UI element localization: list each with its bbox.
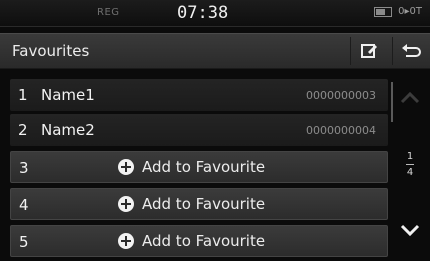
row-number: 1 xyxy=(18,86,28,104)
favourite-row-1[interactable]: 1 Name1 0000000003 xyxy=(10,79,388,111)
edit-button[interactable] xyxy=(350,37,387,65)
favourite-row-2[interactable]: 2 Name2 0000000004 xyxy=(10,114,388,146)
contact-name: Name1 xyxy=(41,86,95,104)
chevron-down-icon xyxy=(400,224,420,237)
edit-icon xyxy=(361,44,377,58)
contact-name: Name2 xyxy=(41,121,95,139)
plus-circle-icon xyxy=(118,233,134,249)
title-bar: Favourites xyxy=(0,33,430,69)
status-time: 07:38 xyxy=(177,3,229,23)
chevron-up-icon xyxy=(400,91,420,104)
page-current: 1 xyxy=(406,151,414,162)
plus-circle-icon xyxy=(118,196,134,212)
row-number: 5 xyxy=(19,233,29,251)
plus-circle-icon xyxy=(118,159,134,175)
back-button[interactable] xyxy=(392,37,429,65)
status-bar: REG 07:38 0▸0T xyxy=(0,0,430,27)
scroll-up-button[interactable] xyxy=(398,86,422,110)
scroll-down-button[interactable] xyxy=(398,218,422,242)
add-label: Add to Favourite xyxy=(142,158,266,176)
row-number: 3 xyxy=(19,159,29,177)
row-number: 4 xyxy=(19,196,29,214)
page-divider xyxy=(406,164,414,165)
add-label: Add to Favourite xyxy=(142,195,266,213)
signal-indicator: 0▸0T xyxy=(398,6,422,17)
battery-icon xyxy=(374,6,393,17)
contact-number: 0000000004 xyxy=(306,124,376,137)
page-title: Favourites xyxy=(12,42,90,60)
row-number: 2 xyxy=(18,121,28,139)
add-favourite-row-4[interactable]: 4 Add to Favourite xyxy=(10,188,388,220)
status-reg: REG xyxy=(97,7,120,18)
contact-number: 0000000003 xyxy=(306,89,376,102)
page-total: 4 xyxy=(406,167,414,178)
status-icons: 0▸0T xyxy=(374,6,422,17)
page-indicator: 1 4 xyxy=(398,151,422,178)
back-icon xyxy=(402,44,421,57)
scrollbar[interactable] xyxy=(391,82,393,122)
add-label: Add to Favourite xyxy=(142,232,266,250)
add-favourite-row-5[interactable]: 5 Add to Favourite xyxy=(10,225,388,257)
add-favourite-row-3[interactable]: 3 Add to Favourite xyxy=(10,151,388,183)
